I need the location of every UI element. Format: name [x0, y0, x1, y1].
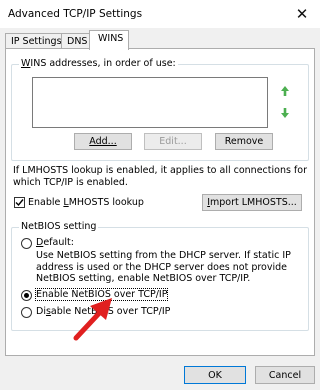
tab-wins[interactable]: WINS	[89, 30, 129, 50]
wins-address-list[interactable]	[32, 77, 268, 128]
add-button[interactable]: Add...	[74, 133, 132, 150]
tab-strip: IP Settings DNS WINS	[5, 30, 315, 50]
wins-tab-panel: WINS addresses, in order of use: Add... …	[5, 48, 315, 356]
netbios-setting-group: NetBIOS setting Default: Use NetBIOS set…	[11, 221, 309, 331]
wins-addresses-group: WINS addresses, in order of use: Add... …	[11, 58, 309, 161]
arrow-down-icon[interactable]	[278, 105, 292, 121]
wins-addresses-label: WINS addresses, in order of use:	[19, 58, 178, 69]
enable-lmhosts-label: Enable LMHOSTS lookup	[28, 197, 144, 208]
netbios-enable-radio[interactable]	[21, 290, 32, 301]
close-icon[interactable]: ✕	[284, 0, 320, 28]
netbios-default-label: Default:	[36, 237, 74, 248]
remove-button[interactable]: Remove	[215, 133, 273, 150]
cancel-button[interactable]: Cancel	[255, 366, 315, 384]
window-title: Advanced TCP/IP Settings	[8, 8, 143, 20]
netbios-setting-label: NetBIOS setting	[19, 221, 99, 232]
edit-button[interactable]: Edit...	[144, 133, 202, 150]
netbios-disable-radio[interactable]	[21, 307, 32, 318]
ok-button[interactable]: OK	[184, 366, 246, 384]
import-lmhosts-button[interactable]: Import LMHOSTS...	[202, 194, 302, 211]
annotation-arrow-icon	[73, 298, 112, 341]
netbios-default-description: Use NetBIOS setting from the DHCP server…	[36, 250, 291, 284]
arrow-up-icon[interactable]	[278, 83, 292, 99]
lmhosts-info-text: If LMHOSTS lookup is enabled, it applies…	[13, 165, 307, 188]
dialog-footer: OK Cancel	[0, 356, 320, 390]
netbios-default-radio[interactable]	[21, 238, 32, 249]
title-bar: Advanced TCP/IP Settings ✕	[0, 0, 320, 28]
enable-lmhosts-checkbox[interactable]	[14, 197, 25, 208]
